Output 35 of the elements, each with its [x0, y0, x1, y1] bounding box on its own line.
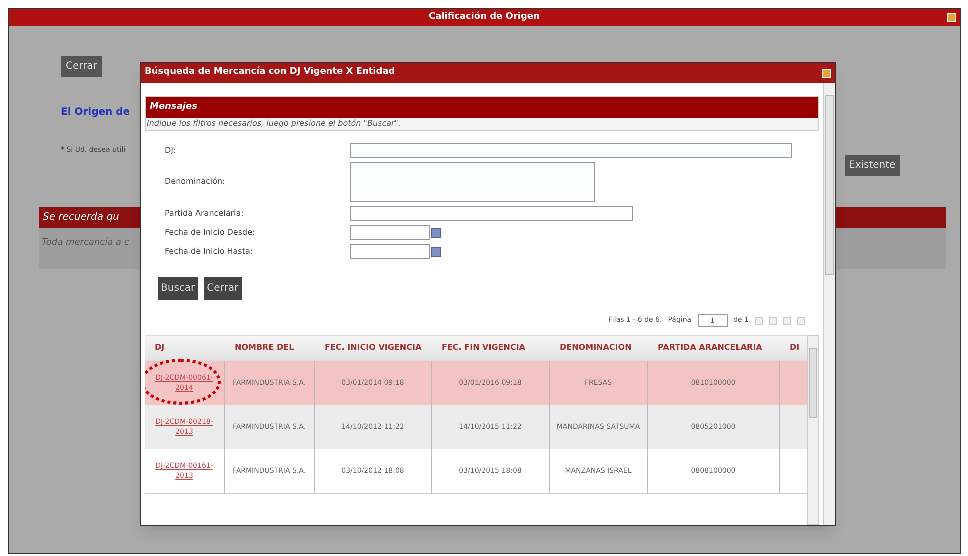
dialog-scrollbar[interactable] [823, 83, 835, 525]
column-header[interactable]: DI [780, 336, 807, 360]
notice-title: Se recuerda qu [43, 211, 120, 225]
messages-title: Mensajes [150, 100, 198, 114]
close-icon[interactable] [822, 68, 831, 78]
next-page-icon[interactable] [783, 316, 791, 324]
close-button[interactable]: Cerrar [61, 56, 102, 77]
column-header[interactable]: FEC. FIN VIGENCIA [432, 336, 550, 360]
column-header[interactable]: DENOMINACION [550, 336, 648, 360]
text-field[interactable] [350, 206, 633, 221]
messages-text: Indique los filtros necesarios, luego presione el botón "Buscar". [146, 118, 402, 130]
search-button[interactable]: Buscar [158, 277, 198, 300]
field-label: Partida Arancelaria: [165, 208, 245, 220]
field-label: Denominación: [165, 176, 226, 188]
notice-text: Toda mercancía a c [42, 237, 130, 250]
close-button[interactable]: Cerrar [204, 277, 242, 300]
date-field[interactable] [350, 244, 430, 259]
column-header[interactable]: NOMBRE DEL [225, 336, 315, 360]
last-page-icon[interactable] [797, 316, 805, 324]
text-area[interactable] [350, 162, 595, 202]
field-label: Fecha de Inicio Desde: [165, 226, 256, 238]
date-field[interactable] [350, 225, 430, 240]
first-page-icon[interactable] [755, 316, 763, 324]
column-header[interactable]: PARTIDA ARANCELARIA [648, 336, 780, 360]
table-scrollbar[interactable] [807, 335, 819, 525]
window-title: Calificación de Origen [429, 10, 540, 24]
text-field[interactable] [350, 143, 792, 158]
existing-button[interactable]: Existente [845, 155, 900, 176]
dialog-title: Búsqueda de Mercancía con DJ Vigente X Entidad [145, 66, 396, 80]
column-header[interactable]: DJ [145, 336, 225, 360]
previous-page-icon[interactable] [769, 316, 777, 324]
field-label: DJ: [165, 144, 178, 156]
page-heading: El Origen de [61, 106, 130, 120]
column-header[interactable]: FEC. INICIO VIGENCIA [315, 336, 432, 360]
field-label: Fecha de Inicio Hasta: [165, 246, 254, 258]
